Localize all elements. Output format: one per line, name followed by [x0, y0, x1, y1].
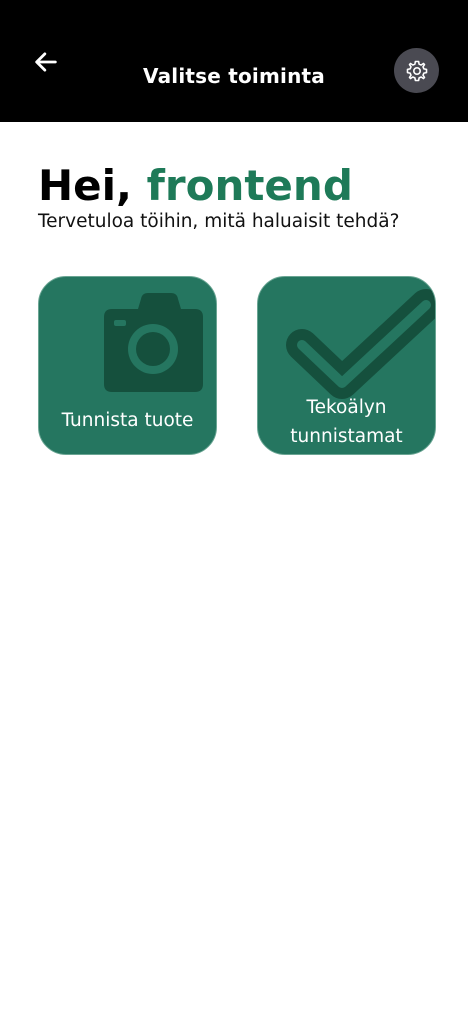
camera-icon: [104, 293, 203, 392]
user-name: frontend: [146, 161, 353, 210]
top-bar: Valitse toiminta: [0, 0, 468, 122]
ai-recognized-label-line2: tunnistamat: [290, 426, 403, 447]
ai-recognized-label-line1: Tekoälyn: [306, 397, 387, 418]
identify-product-label: Tunnista tuote: [61, 410, 194, 431]
ai-recognized-button[interactable]: Tekoälyn tunnistamat: [257, 276, 436, 455]
greeting-prefix: Hei,: [38, 161, 147, 210]
welcome-subtitle: Tervetuloa töihin, mitä haluaisit tehdä?: [38, 211, 400, 232]
greeting-heading: Hei, frontend: [38, 160, 353, 212]
gear-icon: [406, 60, 427, 81]
settings-button[interactable]: [394, 48, 439, 93]
checkmark-icon: [286, 289, 435, 399]
app-screen: Valitse toiminta Hei, frontend Tervetulo…: [0, 0, 468, 1013]
identify-product-button[interactable]: Tunnista tuote: [38, 276, 217, 455]
